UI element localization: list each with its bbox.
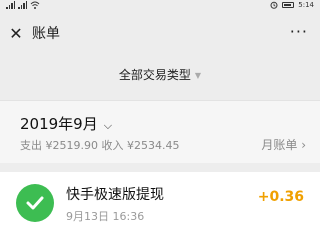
close-icon[interactable]: ✕ bbox=[8, 26, 24, 42]
page-title: 账单 bbox=[32, 26, 60, 42]
more-icon[interactable]: ··· bbox=[290, 24, 308, 40]
signal-icon-2 bbox=[18, 1, 27, 9]
transaction-row[interactable]: 快手极速版提现 9月13日 16:36 +0.36 bbox=[0, 172, 320, 240]
filter-label: 全部交易类型 bbox=[118, 68, 191, 82]
transaction-type-filter[interactable]: 全部交易类型 ▼ bbox=[0, 66, 320, 84]
status-time: 5:14 bbox=[298, 1, 314, 9]
month-selector[interactable]: 2019年9月 ⌵ bbox=[20, 115, 112, 135]
transaction-time: 9月13日 16:36 bbox=[66, 210, 145, 223]
chevron-down-icon: ⌵ bbox=[103, 119, 113, 132]
nav-bar: ✕ 账单 ··· bbox=[0, 18, 320, 50]
wifi-icon bbox=[30, 1, 40, 9]
transaction-amount: +0.36 bbox=[257, 189, 304, 205]
status-bar: 5:14 bbox=[0, 0, 320, 12]
wechat-pay-icon bbox=[16, 184, 54, 222]
battery-icon bbox=[282, 2, 295, 8]
alarm-icon bbox=[270, 1, 278, 9]
status-right: 5:14 bbox=[270, 1, 314, 9]
signal-icon bbox=[6, 1, 15, 9]
month-title-text: 2019年9月 bbox=[20, 115, 98, 133]
monthly-bill-button[interactable]: 月账单 › bbox=[261, 137, 306, 153]
caret-down-icon: ▼ bbox=[194, 70, 202, 80]
transaction-title: 快手极速版提现 bbox=[66, 187, 164, 203]
month-section: 2019年9月 ⌵ 支出 ¥2519.90 收入 ¥2534.45 月账单 › bbox=[0, 100, 320, 163]
month-summary: 支出 ¥2519.90 收入 ¥2534.45 bbox=[20, 139, 180, 152]
status-left bbox=[6, 1, 40, 9]
